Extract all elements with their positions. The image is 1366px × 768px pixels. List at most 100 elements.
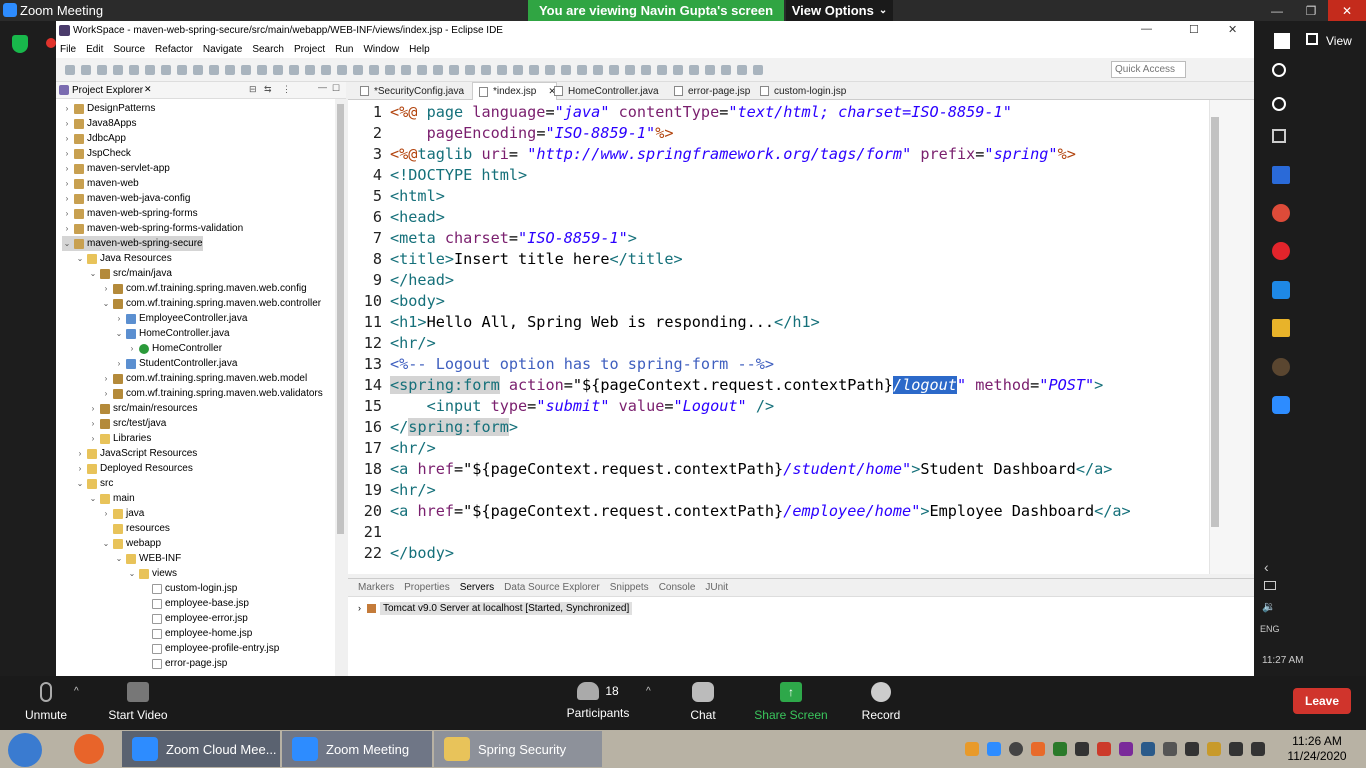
view-options-button[interactable]: View Options ⌄ (786, 0, 893, 21)
toolbar-icon[interactable] (705, 64, 715, 75)
tree-item[interactable]: employee-base.jsp (140, 596, 249, 611)
toolbar-icon[interactable] (497, 64, 507, 75)
record-button[interactable]: Record (856, 676, 906, 730)
editor-app-icon[interactable] (1272, 281, 1290, 299)
code-area[interactable]: 1 <%@ page language="java" contentType="t… (348, 100, 1216, 574)
toolbar-icon[interactable] (529, 64, 539, 75)
tree-item[interactable]: › maven-web-spring-forms (62, 206, 198, 221)
toolbar-icon[interactable] (449, 64, 459, 75)
toolbar-icon[interactable] (545, 64, 555, 75)
toolbar-icon[interactable] (593, 64, 603, 75)
chevron-right-icon[interactable]: › (101, 374, 111, 383)
toolbar-icon[interactable] (625, 64, 635, 75)
toolbar-icon[interactable] (257, 64, 267, 75)
chevron-down-icon[interactable]: ⌄ (101, 539, 111, 548)
task-zoom-meeting[interactable]: Zoom Meeting (282, 731, 432, 767)
toolbar-icon[interactable] (305, 64, 315, 75)
toolbar-icon[interactable] (225, 64, 235, 75)
chevron-right-icon[interactable]: › (75, 464, 85, 473)
chevron-down-icon[interactable]: ⌄ (88, 269, 98, 278)
menu-project[interactable]: Project (294, 44, 325, 55)
chevron-right-icon[interactable]: › (88, 434, 98, 443)
share-screen-button[interactable]: ↑ Share Screen (752, 676, 830, 730)
toolbar-icon[interactable] (609, 64, 619, 75)
network-icon[interactable] (1251, 742, 1265, 756)
tree-item[interactable]: ⌄ views (127, 566, 177, 581)
chevron-right-icon[interactable]: › (88, 404, 98, 413)
menu-help[interactable]: Help (409, 44, 430, 55)
chevron-down-icon[interactable]: ⌄ (114, 554, 124, 563)
chevron-down-icon[interactable]: ⌄ (127, 569, 137, 578)
editor-tab[interactable]: HomeController.java (548, 82, 659, 100)
tree-item[interactable]: › src/main/resources (88, 401, 198, 416)
menu-source[interactable]: Source (113, 44, 145, 55)
tree-item[interactable]: › maven-web-java-config (62, 191, 191, 206)
chevron-right-icon[interactable]: › (62, 119, 72, 128)
toolbar-icon[interactable] (513, 64, 523, 75)
clock[interactable]: 11:26 AM 11/24/2020 (1282, 734, 1352, 764)
toolbar-icon[interactable] (753, 64, 763, 75)
task-spring-security[interactable]: Spring Security (434, 731, 602, 767)
toolbar-icon[interactable] (721, 64, 731, 75)
chevron-down-icon[interactable]: ⌄ (62, 239, 72, 248)
chevron-right-icon[interactable]: › (62, 194, 72, 203)
chevron-down-icon[interactable]: ⌄ (88, 494, 98, 503)
toolbar-icon[interactable] (353, 64, 363, 75)
tray-icon[interactable] (1207, 742, 1221, 756)
toolbar-icon[interactable] (177, 64, 187, 75)
toolbar-icon[interactable] (161, 64, 171, 75)
toolbar-icon[interactable] (209, 64, 219, 75)
tree-item[interactable]: ⌄ webapp (101, 536, 161, 551)
tree-item[interactable]: ⌄ main (88, 491, 135, 506)
tab-console[interactable]: Console (659, 582, 696, 593)
code-line[interactable]: 10 <body> (348, 291, 1216, 312)
maximize-view-icon[interactable]: ☐ (332, 83, 340, 94)
code-line[interactable]: 5 <html> (348, 186, 1216, 207)
chevron-right-icon[interactable]: › (62, 164, 72, 173)
code-line[interactable]: 16 </spring:form> (348, 417, 1216, 438)
editor-tab[interactable]: error-page.jsp (668, 82, 750, 100)
toolbar-icon[interactable] (401, 64, 411, 75)
minimize-view-icon[interactable]: — (318, 82, 327, 92)
chevron-right-icon[interactable]: › (62, 134, 72, 143)
chevron-down-icon[interactable]: ⌄ (75, 479, 85, 488)
tree-item[interactable]: custom-login.jsp (140, 581, 237, 596)
close-icon[interactable]: ✕ (144, 84, 152, 95)
opera-icon[interactable] (1272, 242, 1290, 260)
minimize-button[interactable]: — (1260, 0, 1294, 21)
tab-snippets[interactable]: Snippets (610, 582, 649, 593)
chevron-right-icon[interactable]: › (101, 284, 111, 293)
chevron-right-icon[interactable]: › (62, 149, 72, 158)
tree-item[interactable]: › StudentController.java (114, 356, 238, 371)
firefox-icon[interactable] (74, 734, 104, 764)
quick-access-input[interactable] (1111, 61, 1186, 78)
chat-button[interactable]: Chat (682, 676, 724, 730)
toolbar-icon[interactable] (385, 64, 395, 75)
code-line[interactable]: 22 </body> (348, 543, 1216, 564)
tab-data-source-explorer[interactable]: Data Source Explorer (504, 582, 600, 593)
tree-item[interactable]: › maven-web (62, 176, 139, 191)
eclipse-maximize-button[interactable]: ☐ (1189, 23, 1199, 36)
toolbar-icon[interactable] (145, 64, 155, 75)
toolbar-icon[interactable] (369, 64, 379, 75)
toolbar-icon[interactable] (65, 64, 75, 75)
tree-item[interactable]: ⌄ WEB-INF (114, 551, 182, 566)
chevron-right-icon[interactable]: › (127, 344, 137, 353)
code-line[interactable]: 8 <title>Insert title here</title> (348, 249, 1216, 270)
code-line[interactable]: 20 <a href="${pageContext.request.context… (348, 501, 1216, 522)
eclipse-minimize-button[interactable]: — (1141, 23, 1152, 35)
code-line[interactable]: 19 <hr/> (348, 480, 1216, 501)
toolbar-icon[interactable] (433, 64, 443, 75)
server-entry[interactable]: › Tomcat v9.0 Server at localhost [Start… (358, 601, 633, 615)
tree-item[interactable]: › java (101, 506, 145, 521)
close-button[interactable]: ✕ (1328, 0, 1366, 21)
toolbar-icon[interactable] (289, 64, 299, 75)
tree-item[interactable]: › com.wf.training.spring.maven.web.config (101, 281, 307, 296)
tree-item[interactable]: ⌄ maven-web-spring-secure (62, 236, 203, 251)
audio-options-icon[interactable]: ^ (74, 686, 79, 697)
toolbar-icon[interactable] (321, 64, 331, 75)
toolbar-icon[interactable] (481, 64, 491, 75)
onenote-icon[interactable] (1119, 742, 1133, 756)
code-line[interactable]: 21 (348, 522, 1216, 543)
tree-item[interactable]: › Java8Apps (62, 116, 137, 131)
